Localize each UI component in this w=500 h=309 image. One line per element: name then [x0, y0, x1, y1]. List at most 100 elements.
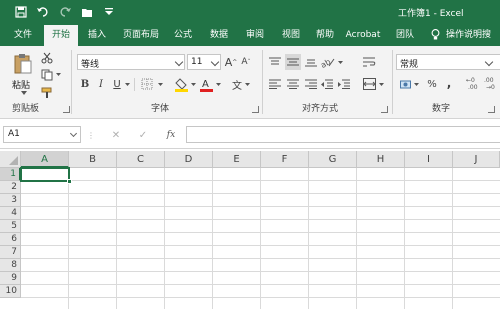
formula-input[interactable]	[186, 126, 500, 143]
undo-icon[interactable]	[34, 4, 52, 20]
quick-access-toolbar	[12, 4, 118, 20]
decrease-indent-icon[interactable]	[320, 78, 334, 90]
tab-data[interactable]: 数据	[202, 25, 236, 46]
borders-dropdown-icon[interactable]	[157, 81, 163, 87]
increase-indent-icon[interactable]	[337, 78, 351, 90]
align-bottom-icon[interactable]	[304, 56, 318, 68]
align-right-icon[interactable]	[304, 78, 318, 90]
row-header[interactable]: 7	[0, 246, 21, 259]
window-title: 工作簿1 - Excel	[398, 9, 464, 19]
merge-center-icon[interactable]	[362, 77, 376, 91]
row-header[interactable]: 5	[0, 220, 21, 233]
font-name-select[interactable]: 等线	[77, 54, 185, 70]
phonetic-button[interactable]: 文	[231, 77, 243, 92]
fill-color-dropdown-icon[interactable]	[190, 81, 196, 87]
align-center-icon[interactable]	[286, 78, 300, 90]
cancel-button[interactable]: ✕	[110, 128, 122, 142]
tab-formulas[interactable]: 公式	[166, 25, 200, 46]
comma-style-button[interactable]: ,	[444, 76, 454, 90]
font-color-icon[interactable]: A	[199, 76, 213, 92]
tab-acrobat[interactable]: Acrobat	[342, 25, 384, 46]
fill-handle[interactable]	[67, 179, 72, 184]
formula-bar: A1 ⋮ ✕ ✓ fx	[0, 119, 500, 149]
customize-icon[interactable]	[100, 4, 118, 20]
underline-button[interactable]: U	[112, 77, 122, 91]
row-header[interactable]: 1	[0, 168, 21, 181]
row-header[interactable]: 3	[0, 194, 21, 207]
tell-me-search[interactable]: 操作说明搜	[446, 25, 500, 46]
alignment-launcher-icon[interactable]	[381, 106, 388, 113]
tab-review[interactable]: 审阅	[238, 25, 272, 46]
align-left-icon[interactable]	[268, 78, 282, 90]
paste-dropdown-icon[interactable]	[20, 90, 28, 96]
resize-handle-icon[interactable]: ⋮	[87, 128, 95, 142]
cell-area[interactable]	[21, 168, 500, 309]
column-header[interactable]: C	[117, 151, 165, 168]
format-painter-icon[interactable]	[40, 86, 54, 100]
copy-icon[interactable]	[40, 68, 54, 82]
number-launcher-icon[interactable]	[488, 106, 495, 113]
accounting-dropdown-icon[interactable]	[413, 81, 419, 87]
column-header[interactable]: B	[69, 151, 117, 168]
row-header[interactable]: 2	[0, 181, 21, 194]
fill-color-icon[interactable]	[174, 76, 188, 92]
phonetic-dropdown-icon[interactable]	[244, 81, 250, 87]
cut-icon[interactable]	[40, 51, 54, 65]
copy-dropdown-icon[interactable]	[55, 71, 62, 77]
active-cell-a1[interactable]	[20, 167, 72, 184]
tab-team[interactable]: 团队	[390, 25, 420, 46]
column-header[interactable]: G	[309, 151, 357, 168]
column-header[interactable]: J	[453, 151, 500, 168]
row-header[interactable]: 4	[0, 207, 21, 220]
divider	[262, 50, 263, 114]
align-middle-icon[interactable]	[285, 54, 301, 70]
select-all-button[interactable]	[0, 151, 21, 168]
clipboard-launcher-icon[interactable]	[63, 106, 70, 113]
enter-button[interactable]: ✓	[137, 128, 149, 142]
name-box[interactable]: A1	[3, 126, 81, 143]
borders-icon[interactable]	[140, 77, 154, 91]
align-top-icon[interactable]	[268, 56, 282, 68]
shrink-font-button[interactable]: Aˇ	[240, 54, 252, 70]
font-size-select[interactable]: 11	[187, 54, 221, 70]
decrease-decimal-icon[interactable]: .00 →0	[484, 75, 500, 91]
save-icon[interactable]	[12, 4, 30, 20]
merge-dropdown-icon[interactable]	[378, 81, 384, 87]
percent-button[interactable]: %	[425, 77, 439, 91]
column-header[interactable]: F	[261, 151, 309, 168]
grow-font-button[interactable]: A ^	[225, 54, 238, 70]
column-header[interactable]: A	[21, 151, 69, 168]
column-header[interactable]: E	[213, 151, 261, 168]
accounting-format-icon[interactable]	[399, 77, 413, 91]
insert-function-button[interactable]: fx	[164, 128, 178, 142]
orientation-dropdown-icon[interactable]	[337, 59, 343, 65]
number-format-select[interactable]: 常规	[396, 54, 500, 70]
increase-decimal-icon[interactable]: ←0.00	[466, 75, 482, 91]
tab-file[interactable]: 文件	[6, 25, 40, 46]
tab-view[interactable]: 视图	[274, 25, 308, 46]
lightbulb-icon[interactable]	[428, 25, 442, 46]
row-header[interactable]: 9	[0, 272, 21, 285]
row-header[interactable]: 8	[0, 259, 21, 272]
font-color-dropdown-icon[interactable]	[215, 81, 221, 87]
underline-dropdown-icon[interactable]	[124, 81, 130, 87]
chevron-down-icon	[69, 129, 78, 138]
tab-home[interactable]: 开始	[44, 25, 78, 46]
tab-help[interactable]: 帮助	[308, 25, 342, 46]
italic-button[interactable]: I	[96, 77, 106, 91]
column-header[interactable]: H	[357, 151, 405, 168]
orientation-icon[interactable]: ab	[321, 55, 335, 69]
wrap-text-icon[interactable]	[362, 55, 378, 69]
column-header[interactable]: I	[405, 151, 453, 168]
row-header[interactable]: 6	[0, 233, 21, 246]
column-header[interactable]: D	[165, 151, 213, 168]
bold-button[interactable]: B	[79, 77, 91, 91]
row-header[interactable]: 10	[0, 285, 21, 298]
tab-page-layout[interactable]: 页面布局	[118, 25, 164, 46]
open-icon[interactable]	[78, 4, 96, 20]
tab-insert[interactable]: 插入	[80, 25, 114, 46]
font-launcher-icon[interactable]	[252, 106, 259, 113]
formula-controls: ⋮ ✕ ✓ fx	[87, 126, 184, 143]
redo-icon[interactable]	[56, 4, 74, 20]
paste-icon[interactable]	[12, 52, 34, 76]
